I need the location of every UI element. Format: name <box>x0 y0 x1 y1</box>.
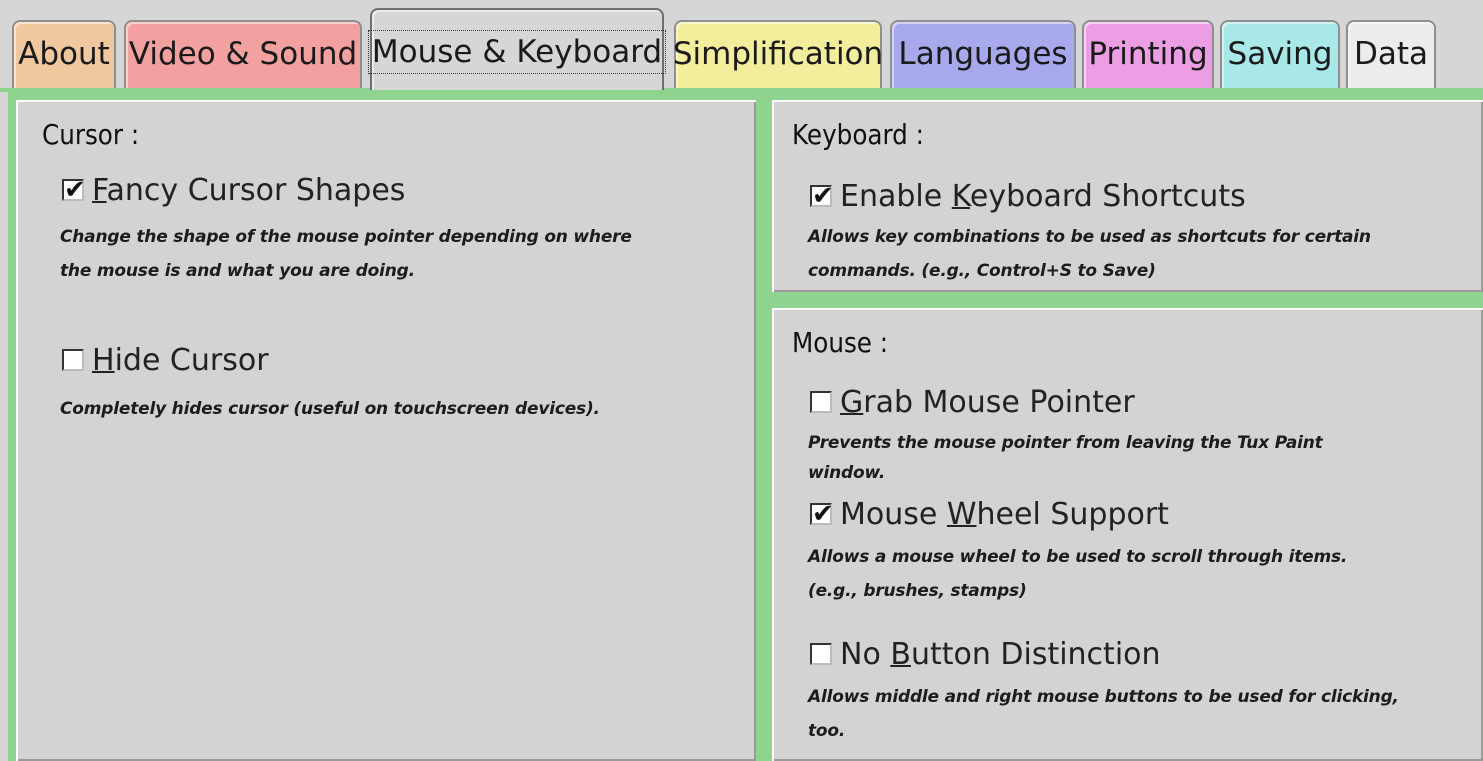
description-line: the mouse is and what you are doing. <box>60 261 415 281</box>
description-line: Allows a mouse wheel to be used to scrol… <box>808 547 1348 567</box>
tab-label: About <box>18 36 110 72</box>
tab-printing[interactable]: Printing <box>1082 20 1214 88</box>
grab-pointer-checkbox[interactable] <box>810 391 832 413</box>
keyboard-section-title: Keyboard : <box>792 118 924 151</box>
tab-label: Video & Sound <box>128 36 358 72</box>
tab-bar: About Video & Sound Mouse & Keyboard Sim… <box>0 0 1483 92</box>
cursor-panel: Cursor : ✔ Fancy Cursor Shapes Change th… <box>8 92 764 761</box>
keyboard-shortcuts-description: Allows key combinations to be used as sh… <box>808 220 1371 288</box>
no-button-distinction-description: Allows middle and right mouse buttons to… <box>808 680 1399 748</box>
checkmark-icon: ✔ <box>812 181 834 211</box>
tab-label: Mouse & Keyboard <box>367 30 667 74</box>
mnemonic-letter: W <box>946 496 977 532</box>
description-line: commands. (e.g., Control+S to Save) <box>808 261 1156 281</box>
grab-pointer-description: Prevents the mouse pointer from leaving … <box>808 428 1323 488</box>
no-button-distinction-label: No Button Distinction <box>840 636 1161 672</box>
tab-languages[interactable]: Languages <box>890 20 1076 88</box>
grab-pointer-label: Grab Mouse Pointer <box>840 384 1135 420</box>
description-line: Allows key combinations to be used as sh… <box>808 227 1371 247</box>
description-line: (e.g., brushes, stamps) <box>808 581 1027 601</box>
tab-label: Languages <box>898 36 1068 72</box>
tab-simplification[interactable]: Simplification <box>672 20 884 88</box>
wheel-support-description: Allows a mouse wheel to be used to scrol… <box>808 540 1347 608</box>
checkmark-icon: ✔ <box>812 499 834 529</box>
mnemonic-letter: G <box>840 384 864 420</box>
hide-cursor-option[interactable]: Hide Cursor <box>62 342 269 378</box>
description-line: Change the shape of the mouse pointer de… <box>60 227 632 247</box>
tab-label: Data <box>1353 36 1429 72</box>
mouse-panel: Mouse : Grab Mouse Pointer Prevents the … <box>764 300 1483 761</box>
tab-video-sound[interactable]: Video & Sound <box>124 20 362 88</box>
no-button-distinction-option[interactable]: No Button Distinction <box>810 636 1161 672</box>
description-line: Prevents the mouse pointer from leaving … <box>808 433 1323 453</box>
cursor-section-title: Cursor : <box>42 118 140 151</box>
description-line: Completely hides cursor (useful on touch… <box>60 399 600 419</box>
checkmark-icon: ✔ <box>64 175 86 205</box>
description-line: window. <box>808 463 886 483</box>
tab-saving[interactable]: Saving <box>1220 20 1340 88</box>
keyboard-panel: Keyboard : ✔ Enable Keyboard Shortcuts A… <box>764 92 1483 300</box>
fancy-cursor-option[interactable]: ✔ Fancy Cursor Shapes <box>62 172 405 208</box>
fancy-cursor-description: Change the shape of the mouse pointer de… <box>60 220 632 288</box>
tab-label: Printing <box>1088 36 1208 72</box>
wheel-support-checkbox[interactable]: ✔ <box>810 499 834 529</box>
description-line: too. <box>808 721 846 741</box>
fancy-cursor-label: Fancy Cursor Shapes <box>92 172 406 208</box>
keyboard-shortcuts-option[interactable]: ✔ Enable Keyboard Shortcuts <box>810 178 1246 214</box>
tab-mouse-keyboard[interactable]: Mouse & Keyboard <box>367 8 667 90</box>
tab-label: Simplification <box>672 36 884 72</box>
wheel-support-option[interactable]: ✔ Mouse Wheel Support <box>810 496 1169 532</box>
hide-cursor-checkbox[interactable] <box>62 349 84 371</box>
description-line: Allows middle and right mouse buttons to… <box>808 687 1399 707</box>
fancy-cursor-checkbox[interactable]: ✔ <box>62 175 86 205</box>
keyboard-shortcuts-label: Enable Keyboard Shortcuts <box>840 178 1246 214</box>
grab-pointer-option[interactable]: Grab Mouse Pointer <box>810 384 1135 420</box>
tab-bar-divider <box>0 88 1483 92</box>
mnemonic-letter: F <box>92 172 107 208</box>
tab-data[interactable]: Data <box>1346 20 1436 88</box>
mnemonic-letter: H <box>92 342 115 378</box>
no-button-distinction-checkbox[interactable] <box>810 643 832 665</box>
keyboard-shortcuts-checkbox[interactable]: ✔ <box>810 181 834 211</box>
tab-label: Saving <box>1227 36 1333 72</box>
wheel-support-label: Mouse Wheel Support <box>840 496 1169 532</box>
tab-about[interactable]: About <box>12 20 116 88</box>
hide-cursor-description: Completely hides cursor (useful on touch… <box>60 392 600 426</box>
mnemonic-letter: K <box>951 178 970 214</box>
mnemonic-letter: B <box>890 636 911 672</box>
mouse-section-title: Mouse : <box>792 326 889 359</box>
hide-cursor-label: Hide Cursor <box>92 342 269 378</box>
